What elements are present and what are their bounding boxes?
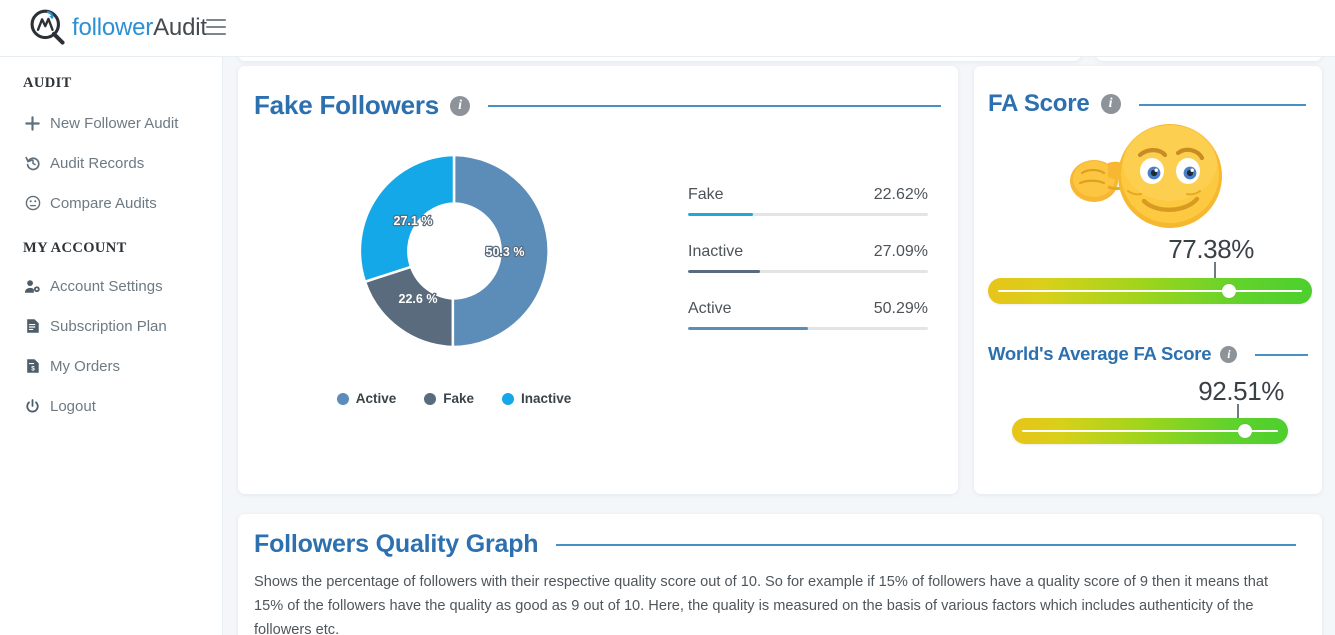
stat-row-fake: Fake 22.62% <box>688 186 928 216</box>
hamburger-icon[interactable] <box>206 19 226 37</box>
power-icon <box>23 397 42 416</box>
file-list-icon <box>23 317 42 336</box>
quality-graph-header: Followers Quality Graph <box>254 530 1296 559</box>
info-icon[interactable]: i <box>1220 345 1238 363</box>
file-invoice-icon: $ <box>23 357 42 376</box>
title-divider <box>1138 103 1306 106</box>
sidebar-item-compare-audits[interactable]: Compare Audits <box>0 183 222 223</box>
stat-row-active: Active 50.29% <box>688 300 928 330</box>
quality-graph-description: Shows the percentage of followers with t… <box>254 574 1268 635</box>
stat-progress-track <box>688 213 928 216</box>
title-divider <box>488 105 941 107</box>
sidebar-item-label: Audit Records <box>50 154 145 172</box>
fake-followers-card: Fake Followers i 50.3 % 22.6 % 27.1 % Ac… <box>238 66 958 494</box>
sidebar-item-label: New Follower Audit <box>50 114 179 132</box>
sidebar-item-logout[interactable]: Logout <box>0 386 222 426</box>
world-average-slider[interactable] <box>1012 418 1288 444</box>
sidebar-item-label: Compare Audits <box>50 194 157 212</box>
legend-label: Inactive <box>521 391 572 406</box>
stat-row-inactive: Inactive 27.09% <box>688 243 928 273</box>
stat-label: Inactive <box>688 243 744 260</box>
title-divider <box>1255 353 1308 356</box>
sidebar-heading-audit: AUDIT <box>23 75 72 91</box>
app-logo[interactable]: followerAudit <box>28 8 207 48</box>
stat-value: 22.62% <box>873 186 928 203</box>
sidebar-item-label: Subscription Plan <box>50 317 167 335</box>
magnifier-chart-logo-icon <box>30 9 65 45</box>
world-average-value: 92.51% <box>1198 376 1284 406</box>
legend-dot-icon <box>502 392 515 405</box>
main-content: Fake Followers i 50.3 % 22.6 % 27.1 % Ac… <box>223 43 1335 635</box>
donut-label-inactive: 27.1 % <box>394 214 433 228</box>
fa-score-slider[interactable] <box>988 278 1312 304</box>
info-icon[interactable]: i <box>1100 94 1121 114</box>
legend-label: Active <box>355 391 397 406</box>
info-icon[interactable]: i <box>450 95 471 116</box>
stat-progress-fill <box>688 327 808 330</box>
fa-score-value: 77.38% <box>1168 234 1254 264</box>
donut-label-active: 50.3 % <box>486 245 525 259</box>
donut-label-fake: 22.6 % <box>399 292 438 306</box>
sidebar-heading-my-account: MY ACCOUNT <box>23 240 127 256</box>
world-average-slider-thumb[interactable] <box>1238 424 1252 438</box>
donut-svg: 50.3 % 22.6 % 27.1 % <box>358 153 550 349</box>
legend-label: Fake <box>443 391 475 406</box>
sidebar-item-account-settings[interactable]: Account Settings <box>0 266 222 306</box>
logo-wordmark: followerAudit <box>72 8 207 48</box>
donut-slice-fake[interactable] <box>363 265 455 349</box>
stat-label: Active <box>688 300 732 317</box>
fa-score-emoji <box>974 116 1322 236</box>
fa-score-card: FA Score i 77.38% World's Average FA Sco… <box>974 66 1322 494</box>
stat-value: 27.09% <box>873 243 928 260</box>
legend-item-active[interactable]: Active <box>336 391 397 406</box>
sidebar-item-new-follower-audit[interactable]: New Follower Audit <box>0 103 222 143</box>
donut-legend: Active Fake Inactive <box>254 391 654 406</box>
fake-followers-title: Fake Followers <box>254 90 440 120</box>
smiling-face-with-hand-gesture-icon <box>1070 123 1222 228</box>
title-divider <box>556 544 1296 546</box>
app-root: followerAudit AUDIT New Follower Audit A… <box>0 0 1335 635</box>
plus-icon <box>23 114 42 133</box>
logo-text-primary: follower <box>72 14 154 41</box>
logo-text-secondary: Audit <box>153 14 207 41</box>
sidebar-item-subscription-plan[interactable]: Subscription Plan <box>0 306 222 346</box>
fa-score-slider-thumb[interactable] <box>1222 284 1236 298</box>
legend-item-inactive[interactable]: Inactive <box>502 391 571 406</box>
fake-followers-stats-list: Fake 22.62% Inactive 27.09% Active 50.29… <box>688 186 928 357</box>
sidebar-item-audit-records[interactable]: Audit Records <box>0 143 222 183</box>
stat-progress-track <box>688 270 928 273</box>
followers-quality-graph-card: Followers Quality Graph Shows the percen… <box>238 514 1322 635</box>
fake-followers-donut-chart: 50.3 % 22.6 % 27.1 % Active Fake Inactiv… <box>254 146 654 446</box>
legend-dot-icon <box>424 392 437 405</box>
quality-graph-title: Followers Quality Graph <box>254 530 539 558</box>
top-bar: followerAudit <box>0 0 1335 57</box>
user-gear-icon <box>23 277 42 296</box>
stat-label: Fake <box>688 186 724 203</box>
stat-progress-fill <box>688 270 760 273</box>
world-average-title: World's Average FA Score <box>988 343 1212 364</box>
slider-track-line <box>998 290 1302 292</box>
sidebar: AUDIT New Follower Audit Audit Records C… <box>0 57 223 635</box>
stat-progress-track <box>688 327 928 330</box>
sidebar-item-label: Logout <box>50 397 96 415</box>
legend-dot-icon <box>336 392 349 405</box>
sidebar-item-my-orders[interactable]: $ My Orders <box>0 346 222 386</box>
sidebar-item-label: My Orders <box>50 357 121 375</box>
stat-progress-fill <box>688 213 753 216</box>
stat-value: 50.29% <box>873 300 928 317</box>
history-icon <box>23 154 42 173</box>
legend-item-fake[interactable]: Fake <box>424 391 474 406</box>
svg-text:$: $ <box>31 366 35 373</box>
compare-circle-icon <box>23 194 42 213</box>
fa-score-title: FA Score <box>988 90 1090 117</box>
sidebar-item-label: Account Settings <box>50 277 163 295</box>
